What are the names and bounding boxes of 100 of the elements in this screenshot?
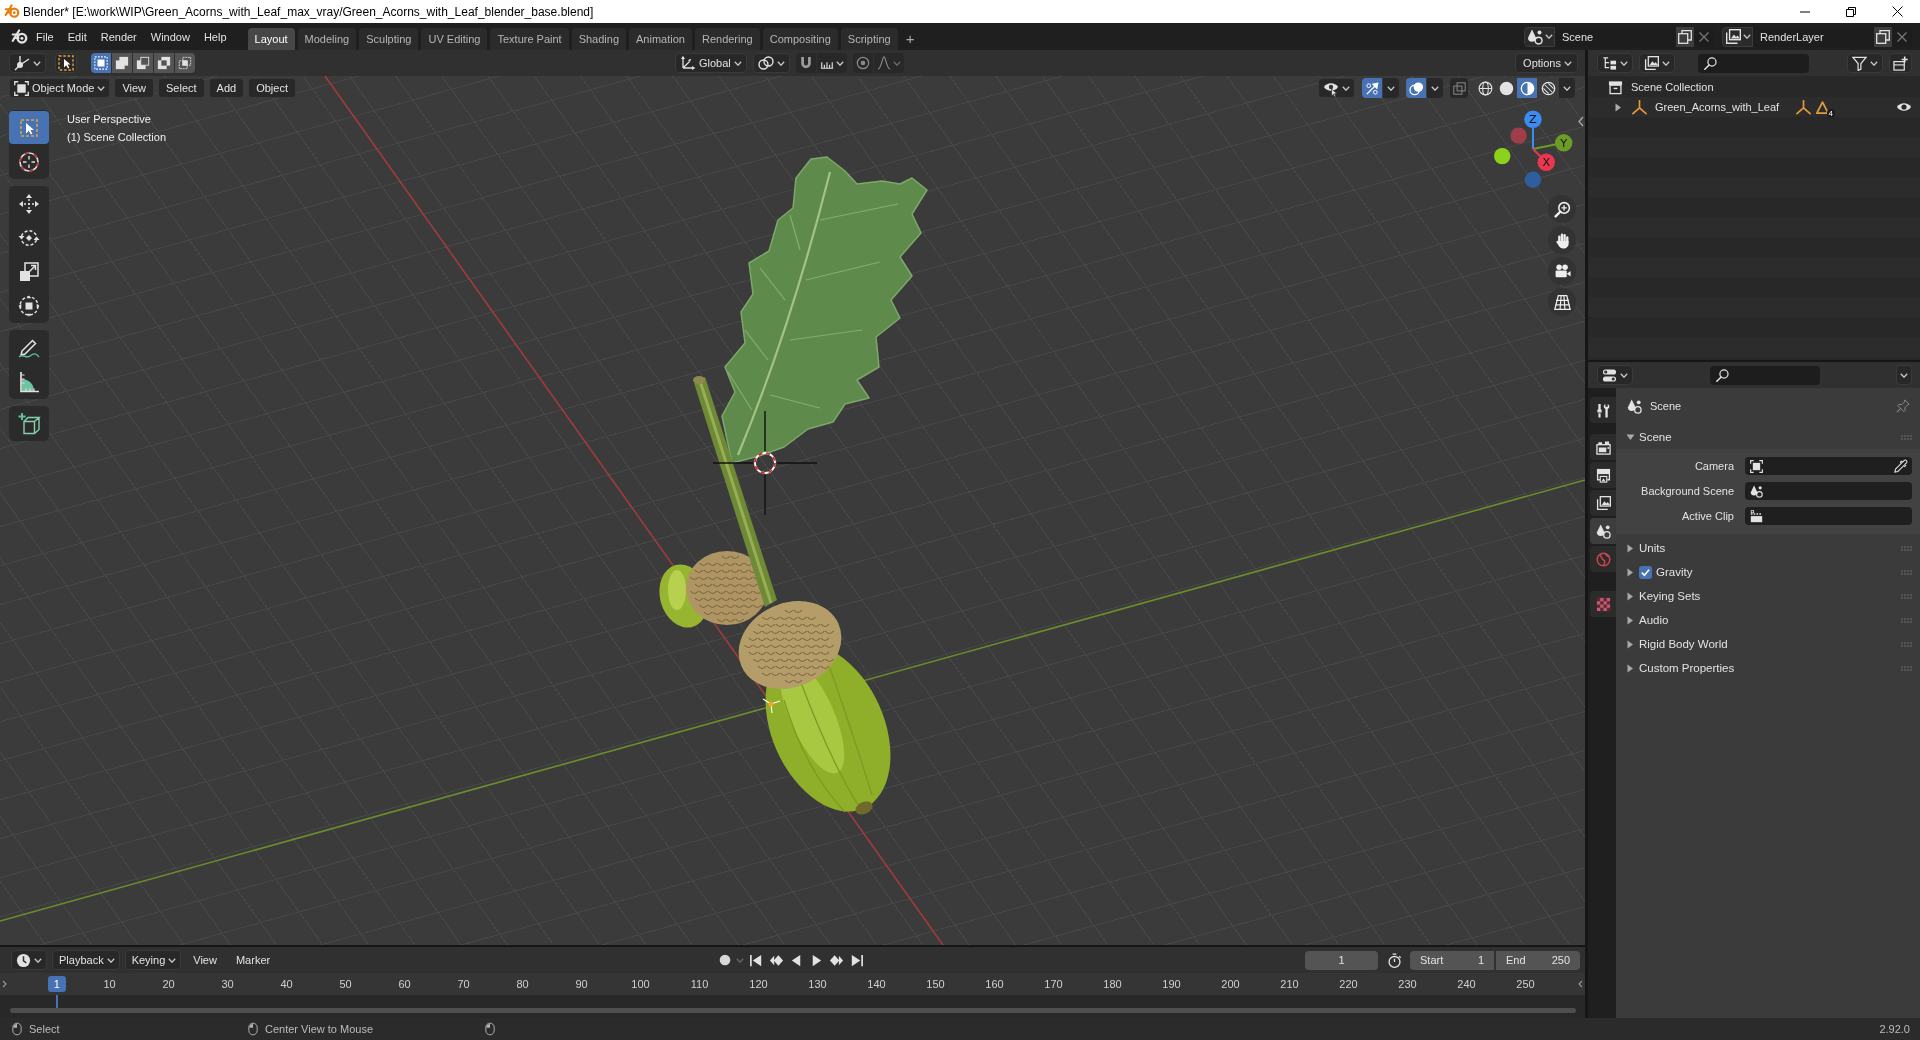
visibility-dropdown[interactable] bbox=[1318, 78, 1355, 98]
menu-dropdown[interactable]: Keying bbox=[124, 950, 182, 970]
search-field[interactable] bbox=[1698, 53, 1809, 73]
close-icon[interactable] bbox=[1891, 6, 1903, 17]
mode-dropdown[interactable]: Object Mode bbox=[9, 78, 111, 98]
transform-orientation-dropdown[interactable]: Global bbox=[675, 53, 747, 73]
axis-handle[interactable]: Z bbox=[1524, 110, 1542, 149]
frame-ruler[interactable]: 1 10 20 30 40 50 60 70 80 90 100 110 120 130 140 150 160 170 180 190 200 210 220 230 240 250 bbox=[0, 973, 1585, 995]
panel-title[interactable]: Gravity bbox=[1656, 566, 1693, 578]
chevron-left-icon[interactable] bbox=[1578, 116, 1584, 127]
workspace-tab[interactable]: Animation bbox=[629, 28, 692, 50]
menu-button[interactable]: View bbox=[114, 78, 155, 98]
active-tool-button[interactable] bbox=[55, 53, 77, 73]
pan-button[interactable] bbox=[1548, 226, 1576, 254]
camera-field[interactable] bbox=[1745, 457, 1912, 475]
menu-button[interactable]: Add bbox=[208, 78, 245, 98]
checkbox-checked-icon[interactable] bbox=[1639, 565, 1652, 579]
menu-item[interactable]: Edit bbox=[60, 27, 94, 46]
grip-icon[interactable] bbox=[1901, 665, 1912, 671]
tree-item[interactable]: Scene Collection bbox=[1631, 81, 1714, 93]
start-frame-field[interactable]: Start 1 bbox=[1410, 950, 1494, 970]
menu-item[interactable]: View bbox=[186, 954, 224, 966]
disclosure-triangle-icon[interactable] bbox=[1626, 567, 1635, 577]
menu-dropdown[interactable] bbox=[1896, 365, 1912, 385]
disclosure-triangle-icon[interactable] bbox=[1626, 663, 1635, 673]
panel-title[interactable]: Keying Sets bbox=[1639, 590, 1701, 602]
grip-icon[interactable] bbox=[1901, 434, 1912, 440]
view-layer-tab[interactable] bbox=[1590, 490, 1616, 516]
scene-tab[interactable] bbox=[1590, 518, 1616, 544]
options-dropdown[interactable]: Options bbox=[1515, 53, 1578, 73]
grip-icon[interactable] bbox=[1901, 545, 1912, 551]
select-mode-button[interactable] bbox=[112, 53, 132, 73]
background-scene-field[interactable] bbox=[1745, 482, 1912, 500]
overlays-dropdown[interactable] bbox=[1427, 78, 1443, 98]
workspace-tab[interactable]: Scripting bbox=[840, 28, 898, 50]
grip-icon[interactable] bbox=[1901, 569, 1912, 575]
panel-title[interactable]: Scene bbox=[1639, 431, 1672, 443]
gizmo-dropdown[interactable] bbox=[1383, 78, 1399, 98]
menu-item[interactable]: Render bbox=[93, 27, 144, 46]
falloff-dropdown[interactable] bbox=[873, 53, 904, 73]
menu-button[interactable]: Select bbox=[158, 78, 205, 98]
ortho-toggle-button[interactable] bbox=[1548, 288, 1576, 316]
grip-icon[interactable] bbox=[1901, 593, 1912, 599]
material-shading-button[interactable] bbox=[1517, 78, 1537, 98]
eyedropper-icon[interactable] bbox=[1894, 459, 1908, 473]
editor-type-button[interactable] bbox=[1597, 365, 1633, 385]
chevron-left-icon[interactable] bbox=[1578, 980, 1583, 988]
texture-tab[interactable] bbox=[1590, 591, 1616, 617]
filter-dropdown[interactable] bbox=[1847, 53, 1883, 73]
search-field[interactable] bbox=[1709, 365, 1820, 385]
chevron-right-icon[interactable] bbox=[2, 980, 7, 988]
workspace-tab[interactable]: Modeling bbox=[297, 28, 357, 50]
restore-icon[interactable] bbox=[1846, 6, 1856, 17]
copy-button[interactable] bbox=[1874, 26, 1892, 47]
xray-toggle[interactable] bbox=[1450, 78, 1468, 98]
editor-type-button[interactable] bbox=[9, 53, 46, 73]
workspace-tab[interactable]: UV Editing bbox=[421, 28, 488, 50]
current-frame-field[interactable]: 1 bbox=[1305, 950, 1378, 970]
record-dot-icon[interactable] bbox=[718, 954, 731, 966]
render-tab[interactable] bbox=[1590, 434, 1616, 460]
menu-item[interactable]: Window bbox=[143, 27, 197, 46]
diamond-arrow-left-icon[interactable] bbox=[768, 952, 784, 968]
add-workspace-button[interactable]: + bbox=[900, 31, 920, 47]
menu-button[interactable]: Object bbox=[248, 78, 296, 98]
diamond-arrow-right-icon[interactable] bbox=[828, 952, 844, 968]
menu-item[interactable]: File bbox=[29, 27, 61, 46]
zoom-button[interactable] bbox=[1548, 195, 1576, 223]
skip-start-icon[interactable] bbox=[748, 952, 764, 968]
select-box-tool-button[interactable] bbox=[9, 111, 49, 144]
panel-title[interactable]: Rigid Body World bbox=[1639, 638, 1728, 650]
select-mode-button[interactable] bbox=[154, 53, 174, 73]
disclosure-triangle-icon[interactable] bbox=[1626, 615, 1635, 625]
shading-dropdown[interactable] bbox=[1559, 78, 1575, 98]
stopwatch-icon[interactable] bbox=[1387, 952, 1402, 968]
output-tab[interactable] bbox=[1590, 462, 1616, 488]
grip-icon[interactable] bbox=[1901, 641, 1912, 647]
workspace-tab[interactable]: Sculpting bbox=[359, 28, 419, 50]
workspace-tab[interactable]: Texture Paint bbox=[490, 28, 569, 50]
new-collection-button[interactable] bbox=[1889, 53, 1912, 73]
negative-axis-handle[interactable] bbox=[1510, 127, 1527, 144]
menu-item[interactable]: Marker bbox=[228, 954, 278, 966]
rendered-shading-button[interactable] bbox=[1538, 78, 1558, 98]
camera-view-button[interactable] bbox=[1548, 257, 1576, 285]
3d-viewport[interactable]: Global Options Object Mode View Select Add Object User Perspective (1) Scene Collection Z Y X bbox=[0, 50, 1585, 945]
playhead[interactable]: 1 bbox=[47, 976, 66, 992]
copy-button[interactable] bbox=[1676, 26, 1694, 47]
snap-toggle[interactable] bbox=[795, 53, 816, 73]
disclosure-triangle-icon[interactable] bbox=[1626, 543, 1635, 553]
panel-title[interactable]: Audio bbox=[1639, 614, 1669, 626]
workspace-tab[interactable]: Compositing bbox=[762, 28, 838, 50]
workspace-tab[interactable]: Shading bbox=[571, 28, 627, 50]
disclosure-triangle-icon[interactable] bbox=[1626, 432, 1635, 442]
disclosure-triangle-icon[interactable] bbox=[1626, 639, 1635, 649]
clip-field[interactable] bbox=[1745, 507, 1912, 525]
tree-item[interactable]: Green_Acorns_with_Leaf bbox=[1655, 101, 1780, 113]
panel-title[interactable]: Custom Properties bbox=[1639, 662, 1735, 674]
wireframe-shading-button[interactable] bbox=[1475, 78, 1495, 98]
display-mode-dropdown[interactable] bbox=[1597, 53, 1633, 73]
pin-icon[interactable] bbox=[1896, 399, 1910, 413]
select-mode-button[interactable] bbox=[175, 53, 195, 73]
